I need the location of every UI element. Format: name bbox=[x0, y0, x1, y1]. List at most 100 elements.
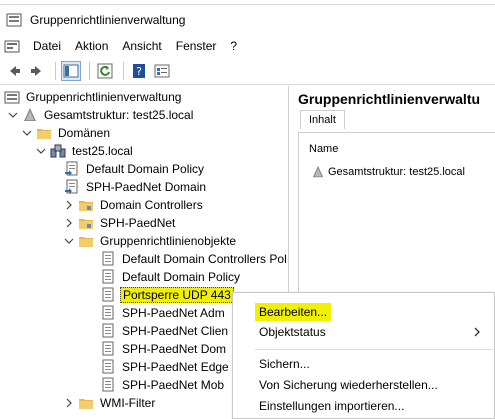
menu-item-label: Objektstatus bbox=[259, 325, 326, 339]
menu-ansicht[interactable]: Ansicht bbox=[115, 39, 168, 53]
chevron-down-icon[interactable] bbox=[64, 236, 74, 246]
toolbar: ? bbox=[0, 57, 495, 85]
folder-icon bbox=[78, 395, 94, 411]
menu-datei[interactable]: Datei bbox=[26, 39, 68, 53]
tree-item-label: test25.local bbox=[72, 144, 133, 158]
gpo-link-icon bbox=[64, 161, 80, 177]
chevron-down-icon[interactable] bbox=[36, 146, 46, 156]
tree-item-gpo-sph-mob[interactable]: SPH-PaedNet Mob bbox=[100, 376, 226, 394]
tree-item-domain-controllers[interactable]: Domain Controllers bbox=[64, 196, 205, 214]
title-bar: Gruppenrichtlinienverwaltung bbox=[0, 5, 495, 35]
system-menu-icon[interactable] bbox=[4, 38, 20, 54]
menu-fenster[interactable]: Fenster bbox=[169, 39, 224, 53]
gpm-root-icon bbox=[4, 89, 20, 105]
tree-item-gpo-sph-edge[interactable]: SPH-PaedNet Edge bbox=[100, 358, 231, 376]
tree-item-gpo-sph-adm[interactable]: SPH-PaedNet Adm bbox=[100, 304, 227, 322]
chevron-right-icon[interactable] bbox=[64, 200, 74, 210]
tab-inhalt[interactable]: Inhalt bbox=[300, 110, 345, 129]
tree-item-label: SPH-PaedNet Mob bbox=[122, 378, 225, 392]
tree-item-label: Gruppenrichtlinienverwaltung bbox=[26, 90, 182, 104]
chevron-right-icon bbox=[474, 327, 480, 337]
forward-icon bbox=[31, 65, 41, 76]
toolbar-separator bbox=[123, 61, 124, 80]
context-menu: Bearbeiten... Objektstatus Sichern... Vo… bbox=[232, 292, 495, 419]
help-button[interactable]: ? bbox=[129, 61, 149, 81]
gpo-icon bbox=[100, 377, 116, 393]
column-header-name[interactable]: Name bbox=[309, 143, 338, 155]
refresh-icon bbox=[97, 63, 113, 78]
tree-item-label: SPH-PaedNet Edge bbox=[122, 360, 229, 374]
menu-item-bearbeiten[interactable]: Bearbeiten... bbox=[233, 301, 495, 323]
help-icon: ? bbox=[133, 63, 145, 78]
toolbar-separator bbox=[89, 61, 90, 80]
gpo-icon bbox=[100, 251, 116, 267]
svg-text:?: ? bbox=[136, 65, 142, 78]
tree-item-gpo-portsperre[interactable]: Portsperre UDP 443 bbox=[100, 286, 234, 304]
tree-item-label: SPH-PaedNet Dom bbox=[122, 342, 227, 356]
forest-icon bbox=[22, 107, 38, 123]
tree-item-link-sph-paednet-domain[interactable]: SPH-PaedNet Domain bbox=[64, 178, 208, 196]
show-tree-button[interactable] bbox=[61, 60, 81, 81]
tree-item-label: SPH-PaedNet bbox=[100, 216, 176, 230]
menu-item-label: Von Sicherung wiederherstellen... bbox=[259, 378, 438, 392]
menu-help[interactable]: ? bbox=[223, 39, 244, 53]
back-button[interactable] bbox=[4, 61, 24, 81]
tree-item-wmi-filter[interactable]: WMI-Filter bbox=[64, 394, 157, 412]
properties-icon bbox=[154, 64, 170, 77]
gpo-icon bbox=[100, 269, 116, 285]
menu-item-wiederherstellen[interactable]: Von Sicherung wiederherstellen... bbox=[233, 374, 495, 396]
tree-item-label: Default Domain Policy bbox=[86, 162, 205, 176]
gpo-icon bbox=[100, 341, 116, 357]
gpo-icon bbox=[100, 359, 116, 375]
menu-bar: Datei Aktion Ansicht Fenster ? bbox=[0, 35, 495, 57]
tree-item-label: SPH-PaedNet Clien bbox=[122, 324, 229, 338]
menu-item-importieren[interactable]: Einstellungen importieren... bbox=[233, 395, 495, 417]
tree-item-label-selected: Portsperre UDP 443 bbox=[120, 287, 234, 303]
gpm-app-icon bbox=[6, 13, 22, 27]
tree-item-gpo-sph-domain[interactable]: SPH-PaedNet Dom bbox=[100, 340, 228, 358]
properties-button[interactable] bbox=[152, 61, 172, 81]
tree-item-label: Default Domain Controllers Pol bbox=[122, 252, 287, 266]
tree-item-domain[interactable]: test25.local bbox=[36, 142, 135, 160]
list-item-forest[interactable]: Gesamtstruktur: test25.local bbox=[311, 165, 465, 179]
tree-item-label: SPH-PaedNet Adm bbox=[122, 306, 225, 320]
details-tabs: Inhalt bbox=[300, 110, 345, 132]
forest-icon bbox=[312, 165, 324, 178]
forward-button[interactable] bbox=[27, 61, 47, 81]
menu-item-sichern[interactable]: Sichern... bbox=[233, 353, 495, 375]
tree-item-forest[interactable]: Gesamtstruktur: test25.local bbox=[8, 106, 195, 124]
tree-item-label: Domänen bbox=[58, 126, 111, 140]
toolbar-separator bbox=[55, 61, 56, 80]
chevron-down-icon[interactable] bbox=[22, 128, 32, 138]
folder-icon bbox=[36, 125, 52, 141]
menu-item-label: Einstellungen importieren... bbox=[259, 399, 405, 413]
tree-item-label: Domain Controllers bbox=[100, 198, 203, 212]
tree-item-label: Default Domain Policy bbox=[122, 270, 241, 284]
menu-item-label: Bearbeiten... bbox=[255, 303, 332, 321]
gpo-icon bbox=[100, 323, 116, 339]
menu-aktion[interactable]: Aktion bbox=[68, 39, 115, 53]
tree-item-label: Gruppenrichtlinienobjekte bbox=[100, 234, 237, 248]
ou-icon bbox=[78, 197, 94, 213]
back-icon bbox=[10, 65, 20, 76]
tree-item-label: WMI-Filter bbox=[100, 396, 156, 410]
ou-icon bbox=[78, 215, 94, 231]
chevron-down-icon[interactable] bbox=[8, 110, 18, 120]
tree-item-gpo-container[interactable]: Gruppenrichtlinienobjekte bbox=[64, 232, 238, 250]
tree-item-gpo-sph-client[interactable]: SPH-PaedNet Clien bbox=[100, 322, 230, 340]
show-tree-icon bbox=[63, 64, 79, 77]
tree-item-gpo-default-domain-policy[interactable]: Default Domain Policy bbox=[100, 268, 242, 286]
menu-separator bbox=[255, 349, 493, 350]
chevron-right-icon[interactable] bbox=[64, 218, 74, 228]
menu-item-objektstatus[interactable]: Objektstatus bbox=[233, 321, 495, 343]
domain-icon bbox=[50, 143, 66, 159]
menu-item-label: Sichern... bbox=[259, 357, 310, 371]
refresh-button[interactable] bbox=[95, 61, 115, 81]
tree-item-link-default-domain-policy[interactable]: Default Domain Policy bbox=[64, 160, 206, 178]
tree-item-domaenen[interactable]: Domänen bbox=[22, 124, 112, 142]
chevron-right-icon[interactable] bbox=[64, 398, 74, 408]
tree-item-gpm-root[interactable]: Gruppenrichtlinienverwaltung bbox=[4, 88, 183, 106]
window-title: Gruppenrichtlinienverwaltung bbox=[30, 13, 186, 27]
tree-item-gpo-default-dc-policy[interactable]: Default Domain Controllers Pol bbox=[100, 250, 288, 268]
tree-item-sph-paednet[interactable]: SPH-PaedNet bbox=[64, 214, 177, 232]
